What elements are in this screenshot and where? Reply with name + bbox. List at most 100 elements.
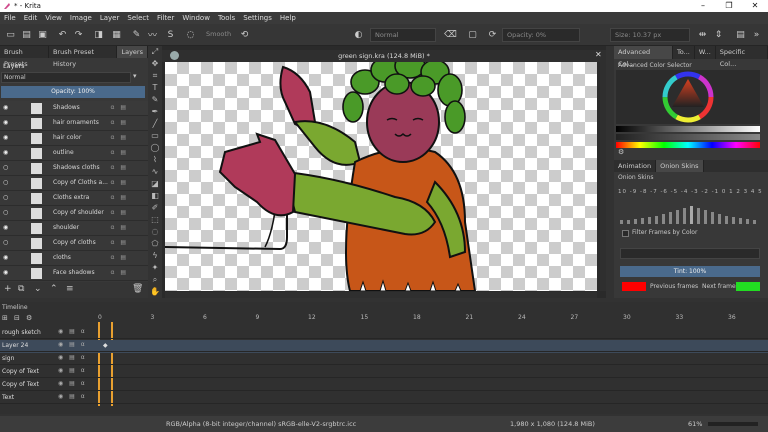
ellipse-tool-icon[interactable]: ◯ [148, 142, 162, 154]
tab-animation[interactable]: Animation [614, 160, 657, 172]
layer-flags-icon[interactable]: α ▤ [110, 149, 128, 156]
drawing-canvas[interactable] [165, 62, 597, 291]
layer-flags-icon[interactable]: α ▤ [110, 239, 128, 246]
timeline-layer-row[interactable]: Layer 24 ◉ ▤ α [0, 339, 768, 352]
timeline-layer-row[interactable]: Copy of Text ◉ ▤ α [0, 365, 768, 378]
polyline-tool-icon[interactable]: ⌇ [148, 154, 162, 166]
pan-tool-icon[interactable]: ✋ [148, 286, 162, 298]
crop-tool-icon[interactable]: ⌗ [148, 70, 162, 82]
timeline-layer-icons[interactable]: ◉ ▤ α [58, 367, 87, 374]
layer-flags-icon[interactable]: α ▤ [110, 209, 128, 216]
tab-brush-presets[interactable]: Brush Presets [0, 46, 49, 68]
menu-help[interactable]: Help [276, 14, 300, 22]
timeline-layer-icons[interactable]: ◉ ▤ α [58, 328, 87, 335]
text-tool-icon[interactable]: T [148, 82, 162, 94]
minimize-button[interactable]: – [690, 0, 716, 12]
stroke-icon[interactable]: 〰 [146, 28, 159, 41]
freehand-brush-icon[interactable]: ✎ [148, 94, 162, 106]
timeline-settings-icon[interactable]: ⚙ [26, 314, 32, 322]
timeline-layer-row[interactable]: Text ◉ ▤ α [0, 391, 768, 404]
menu-layer[interactable]: Layer [96, 14, 124, 22]
delete-layer-icon[interactable]: 🗑 [132, 284, 143, 294]
layer-flags-icon[interactable]: α ▤ [110, 104, 128, 111]
reload-preset-icon[interactable]: ⟳ [486, 28, 499, 41]
new-document-icon[interactable]: ▭ [4, 28, 17, 41]
tab-advanced-color[interactable]: Advanced Col... [614, 46, 673, 68]
color-picker-icon[interactable]: ✐ [148, 202, 162, 214]
redo-icon[interactable]: ↷ [72, 28, 85, 41]
close-document-icon[interactable]: ✕ [595, 50, 602, 59]
polygon-select-icon[interactable]: ⬠ [148, 238, 162, 250]
layer-row[interactable]: ◉ Shadows α ▤ [0, 101, 148, 116]
layer-properties-icon[interactable]: ≡ [66, 284, 74, 294]
rectangle-tool-icon[interactable]: ▭ [148, 130, 162, 142]
timeline-layer-row[interactable]: sign ◉ ▤ α [0, 352, 768, 365]
layer-flags-icon[interactable]: α ▤ [110, 224, 128, 231]
color-selector-area[interactable] [616, 70, 760, 124]
menu-tools[interactable]: Tools [214, 14, 239, 22]
timeline-layer-icons[interactable]: ◉ ▤ α [58, 393, 87, 400]
color-settings-icon[interactable]: ⚙ [618, 148, 624, 156]
previous-frames-color[interactable] [622, 282, 646, 291]
value-slider[interactable] [616, 126, 760, 132]
layer-blend-mode-dropdown[interactable]: Normal [1, 72, 131, 83]
tab-layers[interactable]: Layers [117, 46, 148, 58]
workspace-chooser-icon[interactable]: ▤ [734, 28, 747, 41]
layer-row[interactable]: ○ Cloths extra α ▤ [0, 191, 148, 206]
eraser-icon[interactable]: ⌫ [444, 28, 457, 41]
layer-flags-icon[interactable]: α ▤ [110, 134, 128, 141]
timeline-layer-icons[interactable]: ◉ ▤ α [58, 341, 87, 348]
eye-closed-icon[interactable]: ○ [3, 240, 10, 246]
zoom-tool-icon[interactable]: ⌕ [148, 274, 162, 286]
tab-w[interactable]: W... [695, 46, 716, 59]
brush-preset-icon[interactable]: ✎ [130, 28, 143, 41]
pattern-icon[interactable]: ▦ [110, 28, 123, 41]
layer-row[interactable]: ○ Copy of cloths α ▤ [0, 236, 148, 251]
tab-onion-skins[interactable]: Onion Skins [656, 160, 704, 172]
size-slider[interactable]: Size: 10.37 px [610, 28, 690, 42]
filter-icon[interactable]: ▾ [133, 72, 137, 80]
transform-tool-icon[interactable]: ⤢ [148, 46, 162, 58]
hue-slider[interactable] [616, 142, 760, 148]
layer-flags-icon[interactable]: α ▤ [110, 254, 128, 261]
maximize-button[interactable]: ❐ [716, 0, 742, 12]
selection-shape-icon[interactable]: ◌ [184, 28, 197, 41]
menu-file[interactable]: File [0, 14, 20, 22]
eye-closed-icon[interactable]: ○ [3, 195, 10, 201]
undo-icon[interactable]: ↶ [56, 28, 69, 41]
layer-opacity-slider[interactable]: Opacity: 100% [1, 86, 145, 98]
tab-specific-color[interactable]: Specific Col... [716, 46, 768, 68]
eye-closed-icon[interactable]: ○ [3, 165, 10, 171]
close-button[interactable]: ✕ [742, 0, 768, 12]
menu-select[interactable]: Select [123, 14, 153, 22]
layer-flags-icon[interactable]: α ▤ [110, 164, 128, 171]
layer-flags-icon[interactable]: α ▤ [110, 269, 128, 276]
layer-row[interactable]: ◉ outline α ▤ [0, 146, 148, 161]
layer-row[interactable]: ◉ cloths α ▤ [0, 251, 148, 266]
eye-icon[interactable]: ◉ [3, 120, 10, 126]
freehand-select-icon[interactable]: ϟ [148, 250, 162, 262]
timeline-layer-row[interactable]: Copy of Text ◉ ▤ α [0, 378, 768, 391]
timeline-remove-icon[interactable]: ⊟ [14, 314, 20, 322]
contiguous-select-icon[interactable]: ✦ [148, 262, 162, 274]
eye-icon[interactable]: ◉ [3, 270, 10, 276]
add-layer-icon[interactable]: + [4, 284, 12, 294]
layer-row[interactable]: ◉ hair color α ▤ [0, 131, 148, 146]
eye-icon[interactable]: ◉ [3, 105, 10, 111]
blend-mode-dropdown[interactable]: Normal [370, 28, 436, 42]
bezier-tool-icon[interactable]: ∿ [148, 166, 162, 178]
layer-row[interactable]: ○ Shadows cloths α ▤ [0, 161, 148, 176]
filter-color-dropdown[interactable] [620, 248, 760, 259]
onion-opacity-bars[interactable] [618, 200, 764, 224]
menu-image[interactable]: Image [66, 14, 96, 22]
menu-view[interactable]: View [41, 14, 66, 22]
zoom-slider[interactable] [708, 422, 758, 426]
tab-brush-preset-history[interactable]: Brush Preset History [49, 46, 118, 68]
reset-icon[interactable]: ⟲ [238, 28, 251, 41]
eye-icon[interactable]: ◉ [3, 135, 10, 141]
fill-tool-icon[interactable]: ◪ [148, 178, 162, 190]
next-frames-color[interactable] [736, 282, 760, 291]
timeline-layer-icons[interactable]: ◉ ▤ α [58, 380, 87, 387]
move-down-icon[interactable]: ⌄ [34, 284, 42, 294]
move-tool-icon[interactable]: ✥ [148, 58, 162, 70]
